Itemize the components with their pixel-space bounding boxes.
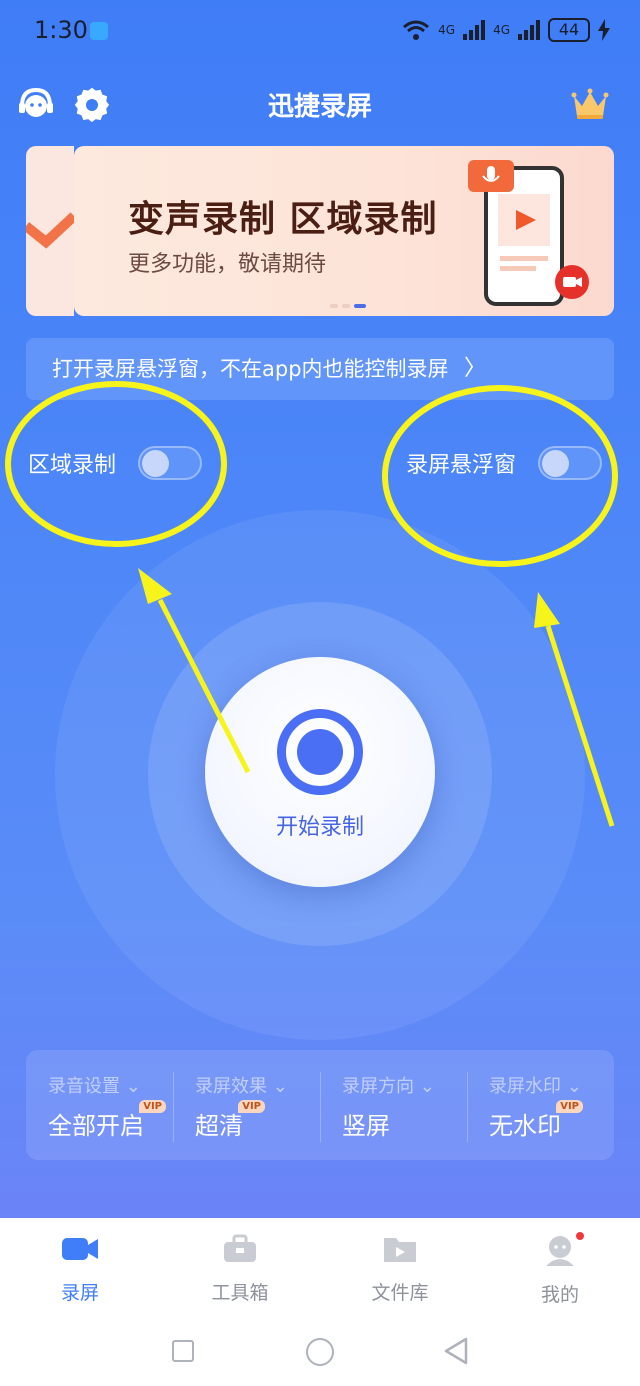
notification-badge xyxy=(576,1232,584,1240)
chevron-right-icon: 〉 xyxy=(463,356,486,381)
toggle-label: 录屏悬浮窗 xyxy=(406,453,517,478)
region-record-switch[interactable] xyxy=(138,446,203,480)
pagination-dot xyxy=(330,304,338,308)
region-record-toggle-row: 区域录制 xyxy=(28,446,203,480)
vip-badge: VIP xyxy=(238,1100,265,1113)
setting-label: 录屏水印 xyxy=(489,1076,561,1097)
app-screen: 1:30 4G 4G 44 迅捷录屏 变声录制 区域录制 更多功能，敬请期待 打… xyxy=(0,0,640,1218)
pagination-dot-active xyxy=(354,304,366,308)
tab-label: 工具箱 xyxy=(211,1282,269,1304)
vip-badge: VIP xyxy=(556,1100,583,1113)
tab-profile[interactable]: 我的 xyxy=(480,1218,640,1322)
chevron-down-icon: ⌄ xyxy=(272,1076,288,1097)
notification-icon xyxy=(90,22,108,40)
floating-window-toggle-row: 录屏悬浮窗 xyxy=(406,446,603,480)
annotation-arrowhead-right xyxy=(534,592,560,628)
setting-label: 录屏方向 xyxy=(342,1076,414,1097)
switch-knob xyxy=(142,450,170,477)
orientation-setting[interactable]: 录屏方向 ⌄ 竖屏 xyxy=(320,1050,467,1160)
signal-icon xyxy=(463,20,486,40)
tab-label: 我的 xyxy=(540,1284,579,1306)
tab-label: 录屏 xyxy=(60,1282,99,1304)
quality-setting[interactable]: 录屏效果 ⌄ 超清 VIP xyxy=(173,1050,320,1160)
setting-label: 录音设置 xyxy=(48,1076,120,1097)
banner-subline: 更多功能，敬请期待 xyxy=(128,252,327,277)
banner-headline: 变声录制 区域录制 xyxy=(128,199,438,240)
chevron-down-icon: ⌄ xyxy=(125,1076,141,1097)
charging-icon xyxy=(598,19,610,41)
profile-icon xyxy=(546,1236,574,1266)
floating-window-switch[interactable] xyxy=(538,446,603,480)
banner-pagination xyxy=(330,304,366,308)
crown-icon[interactable] xyxy=(570,84,610,124)
network-label-1: 4G xyxy=(438,23,456,37)
wifi-icon xyxy=(403,20,430,40)
banner-slide[interactable]: 变声录制 区域录制 更多功能，敬请期待 xyxy=(74,146,614,316)
folder-play-icon xyxy=(384,1238,416,1262)
video-camera-icon xyxy=(62,1238,98,1260)
tab-record[interactable]: 录屏 xyxy=(0,1218,160,1322)
toggle-label: 区域录制 xyxy=(28,453,117,478)
tab-toolbox[interactable]: 工具箱 xyxy=(160,1218,320,1322)
status-indicators: 4G 4G 44 xyxy=(402,18,610,42)
promo-banner[interactable]: 变声录制 区域录制 更多功能，敬请期待 xyxy=(22,146,614,316)
tab-label: 文件库 xyxy=(371,1282,429,1304)
record-icon xyxy=(277,709,363,795)
start-record-label: 开始录制 xyxy=(275,815,364,840)
page-title: 迅捷录屏 xyxy=(267,92,372,122)
microphone-icon xyxy=(468,160,514,192)
chevron-down-icon: ⌄ xyxy=(419,1076,435,1097)
system-nav-bar xyxy=(0,1322,640,1386)
network-label-2: 4G xyxy=(493,23,510,37)
battery-icon: 44 xyxy=(548,18,590,42)
tip-text: 打开录屏悬浮窗，不在app内也能控制录屏 xyxy=(52,357,449,381)
bottom-tab-bar: 录屏 工具箱 文件库 我的 xyxy=(0,1218,640,1322)
banner-prev-slide xyxy=(22,146,78,316)
floating-window-tip[interactable]: 打开录屏悬浮窗，不在app内也能控制录屏 〉 xyxy=(26,338,614,400)
home-button[interactable] xyxy=(306,1338,334,1366)
start-record-button[interactable]: 开始录制 xyxy=(205,657,435,887)
setting-value: 超清 xyxy=(195,1112,243,1140)
recents-button[interactable] xyxy=(172,1340,194,1362)
signal-icon-2 xyxy=(518,20,540,40)
setting-value: 全部开启 xyxy=(48,1112,144,1140)
setting-value: 竖屏 xyxy=(342,1112,390,1140)
watermark-setting[interactable]: 录屏水印 ⌄ 无水印 VIP xyxy=(467,1050,614,1160)
setting-label: 录屏效果 xyxy=(195,1076,267,1097)
record-settings-card: 录音设置 ⌄ 全部开启 VIP 录屏效果 ⌄ 超清 VIP 录屏方向 ⌄ 竖屏 录屏… xyxy=(26,1050,614,1160)
switch-knob xyxy=(542,450,570,477)
chevron-down-icon: ⌄ xyxy=(566,1076,582,1097)
camera-record-icon xyxy=(555,265,589,299)
setting-value: 无水印 xyxy=(489,1112,561,1140)
banner-ribbon-icon xyxy=(22,212,78,249)
status-bar: 1:30 4G 4G 44 xyxy=(0,0,640,64)
pagination-dot xyxy=(342,304,350,308)
vip-badge: VIP xyxy=(139,1100,166,1113)
back-button[interactable] xyxy=(442,1336,470,1366)
toolbox-icon xyxy=(224,1234,256,1262)
tab-files[interactable]: 文件库 xyxy=(320,1218,480,1322)
app-header: 迅捷录屏 xyxy=(0,70,640,136)
audio-setting[interactable]: 录音设置 ⌄ 全部开启 VIP xyxy=(26,1050,173,1160)
status-time: 1:30 xyxy=(34,16,88,44)
